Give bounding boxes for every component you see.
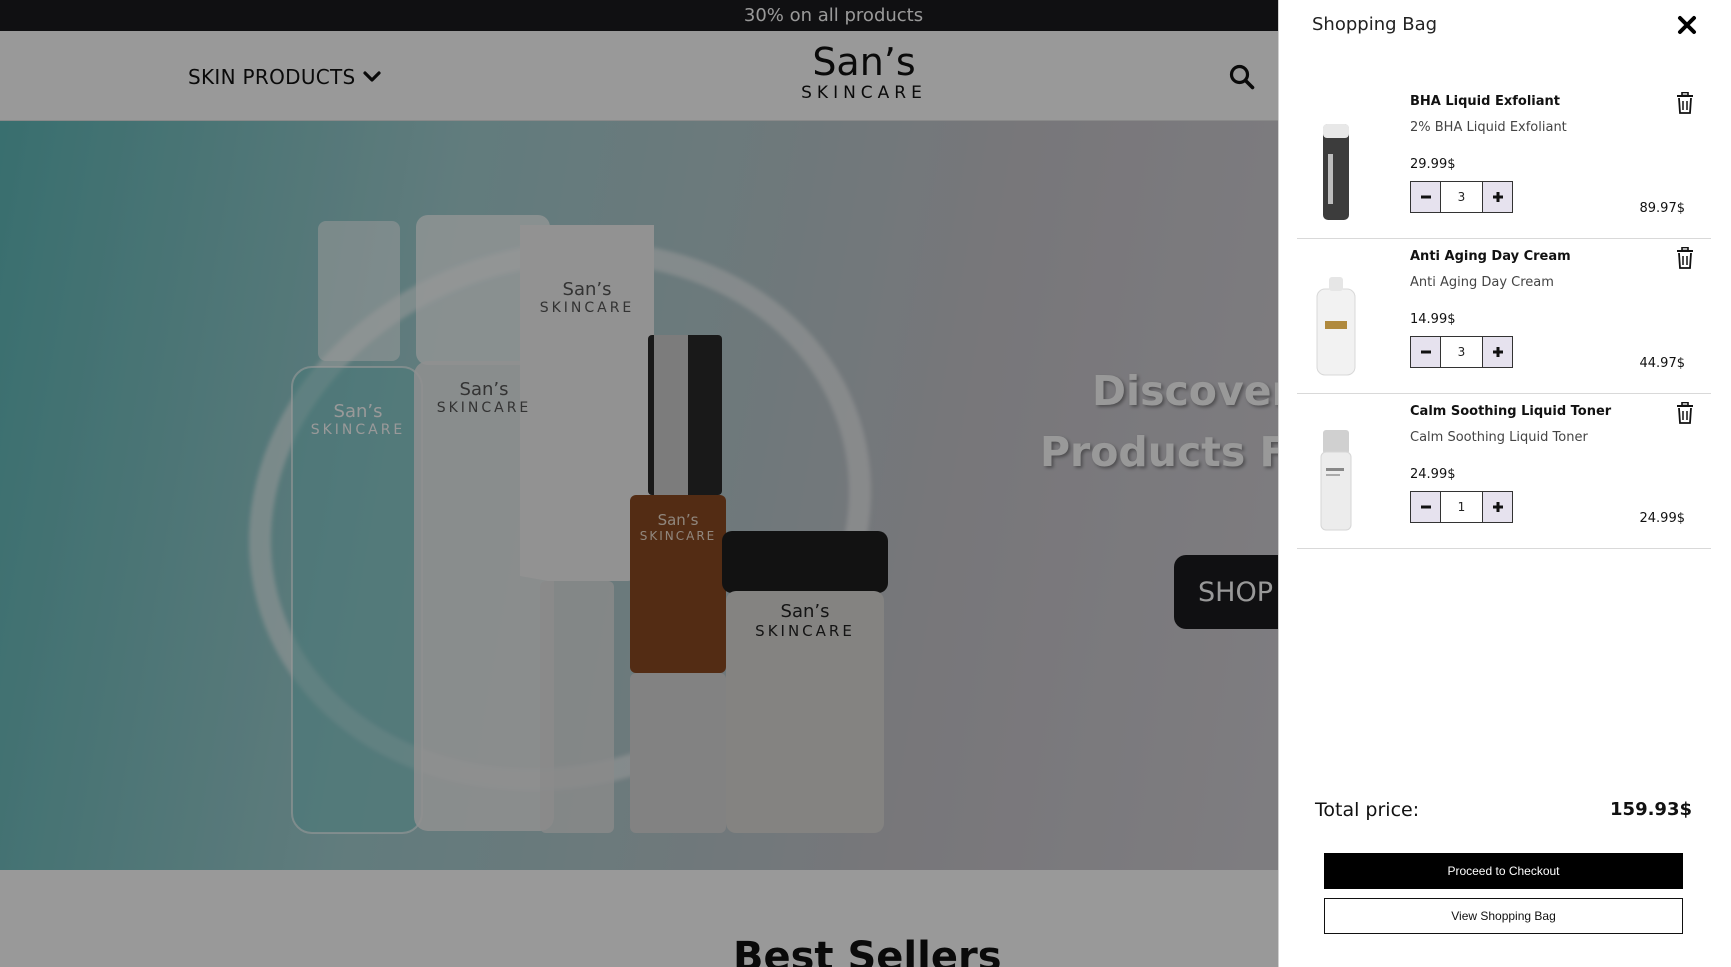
quantity-stepper <box>1410 336 1513 368</box>
proceed-to-checkout-button[interactable]: Proceed to Checkout <box>1324 853 1683 889</box>
cart-title: Shopping Bag <box>1312 14 1438 35</box>
close-icon[interactable] <box>1676 14 1698 36</box>
plus-icon <box>1492 347 1503 357</box>
quantity-stepper <box>1410 181 1513 213</box>
increment-button[interactable] <box>1482 492 1512 522</box>
quantity-input[interactable] <box>1441 337 1482 367</box>
minus-icon <box>1420 350 1431 354</box>
item-name[interactable]: Calm Soothing Liquid Toner <box>1410 404 1611 419</box>
minus-icon <box>1420 505 1431 509</box>
total-price-value: 159.93$ <box>1610 799 1692 820</box>
total-price-label: Total price: <box>1315 799 1420 821</box>
minus-icon <box>1420 195 1431 199</box>
view-shopping-bag-button[interactable]: View Shopping Bag <box>1324 898 1683 934</box>
item-description: Anti Aging Day Cream <box>1410 275 1554 290</box>
page-dim-overlay[interactable] <box>0 0 1278 967</box>
item-unit-price: 29.99$ <box>1410 157 1456 172</box>
decrement-button[interactable] <box>1411 182 1441 212</box>
item-name[interactable]: Anti Aging Day Cream <box>1410 249 1571 264</box>
plus-icon <box>1492 192 1503 202</box>
item-line-total: 24.99$ <box>1639 511 1686 526</box>
trash-icon[interactable] <box>1675 402 1695 424</box>
item-unit-price: 14.99$ <box>1410 312 1456 327</box>
trash-icon[interactable] <box>1675 247 1695 269</box>
increment-button[interactable] <box>1482 337 1512 367</box>
item-description: Calm Soothing Liquid Toner <box>1410 430 1588 445</box>
quantity-input[interactable] <box>1441 182 1482 212</box>
trash-icon[interactable] <box>1675 92 1695 114</box>
item-line-total: 89.97$ <box>1639 201 1686 216</box>
cart-drawer: Shopping Bag BHA Liquid Exfoliant 2% BHA… <box>1278 0 1731 967</box>
quantity-stepper <box>1410 491 1513 523</box>
product-thumbnail[interactable] <box>1311 114 1361 224</box>
increment-button[interactable] <box>1482 182 1512 212</box>
decrement-button[interactable] <box>1411 337 1441 367</box>
product-thumbnail[interactable] <box>1311 269 1361 379</box>
decrement-button[interactable] <box>1411 492 1441 522</box>
cart-item: BHA Liquid Exfoliant 2% BHA Liquid Exfol… <box>1297 84 1711 239</box>
cart-item: Anti Aging Day Cream Anti Aging Day Crea… <box>1297 239 1711 394</box>
item-unit-price: 24.99$ <box>1410 467 1456 482</box>
quantity-input[interactable] <box>1441 492 1482 522</box>
cart-item: Calm Soothing Liquid Toner Calm Soothing… <box>1297 394 1711 549</box>
item-description: 2% BHA Liquid Exfoliant <box>1410 120 1567 135</box>
item-line-total: 44.97$ <box>1639 356 1686 371</box>
plus-icon <box>1492 502 1503 512</box>
item-name[interactable]: BHA Liquid Exfoliant <box>1410 94 1560 109</box>
product-thumbnail[interactable] <box>1311 424 1361 534</box>
